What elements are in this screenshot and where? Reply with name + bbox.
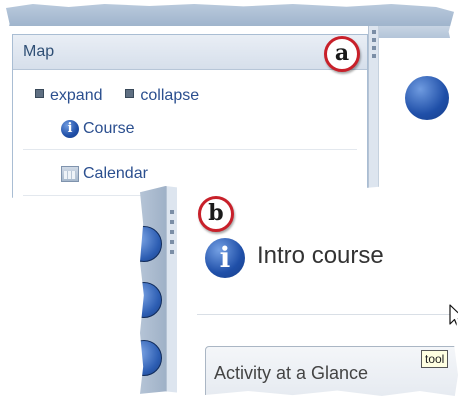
divider — [197, 314, 458, 315]
tooltip: tool — [421, 350, 449, 368]
content-toolbar-partial — [379, 26, 454, 38]
nav-circle-icon[interactable] — [140, 340, 162, 376]
sidebar-title: Map — [23, 43, 55, 60]
panel-a: Map expand collapse i Course Calendar a — [6, 4, 454, 202]
sidebar-item-course[interactable]: i Course — [61, 120, 135, 138]
page-title: Intro course — [257, 242, 384, 269]
collapse-bullet-icon — [125, 89, 135, 98]
map-sidebar: Map expand collapse i Course Calendar — [12, 34, 368, 202]
sidebar-item-label: Course — [83, 120, 135, 137]
info-icon — [405, 76, 449, 120]
sidebar-item-calendar[interactable]: Calendar — [61, 165, 148, 183]
tree-controls: expand collapse — [35, 87, 199, 105]
callout-badge-a: a — [324, 36, 360, 72]
activity-glance-title: Activity at a Glance — [214, 363, 369, 383]
nav-circle-icon[interactable] — [140, 282, 162, 318]
calendar-icon — [61, 166, 79, 182]
top-toolbar-strip — [6, 4, 454, 26]
info-icon: i — [61, 120, 79, 138]
mouse-pointer-icon — [449, 304, 458, 329]
sidebar-header: Map — [13, 35, 367, 70]
callout-badge-b: b — [198, 196, 234, 232]
nav-circle-icon[interactable] — [140, 226, 162, 262]
collapse-link[interactable]: collapse — [140, 87, 199, 104]
expand-bullet-icon — [35, 89, 44, 98]
expand-link[interactable]: expand — [50, 87, 103, 104]
content-area-partial — [378, 26, 454, 202]
info-icon: i — [205, 238, 245, 278]
panel-b: i Intro course Activity at a Glance tool… — [140, 186, 458, 396]
sidebar-item-label: Calendar — [83, 165, 148, 182]
left-nav-strip — [140, 186, 166, 396]
divider — [23, 149, 357, 150]
